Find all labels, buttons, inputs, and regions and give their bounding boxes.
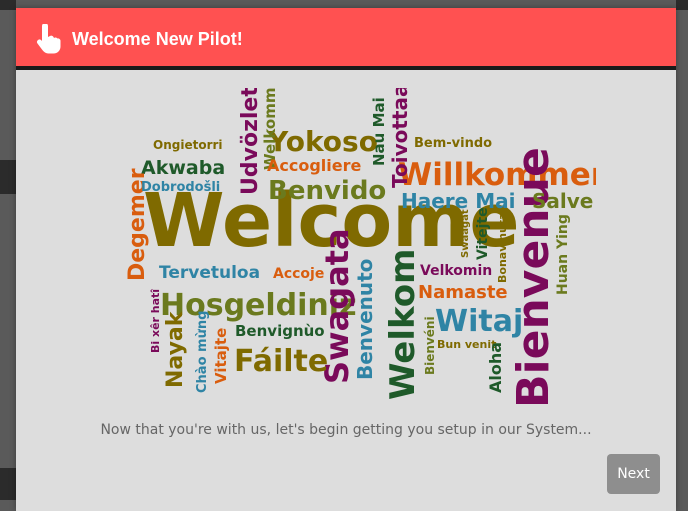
welcome-modal: Welcome New Pilot! Welcome Willkommen Bi… bbox=[16, 8, 676, 511]
word-cloud-word: Bienvenue bbox=[508, 147, 559, 408]
word-cloud-word: Willkommen bbox=[398, 157, 596, 193]
word-cloud-word: Namaste bbox=[418, 282, 508, 303]
word-cloud-word: Yokoso bbox=[267, 125, 378, 158]
word-cloud-word: Chào mừng bbox=[195, 311, 210, 393]
word-cloud-word: Aloha bbox=[486, 342, 505, 393]
word-cloud-word: Dobrodošli bbox=[141, 180, 220, 195]
word-cloud-word: Swaagat bbox=[460, 209, 471, 258]
word-cloud-word: Haere Mai bbox=[401, 189, 515, 213]
word-cloud-word: Fáilte bbox=[234, 344, 328, 379]
word-cloud-word: Salve bbox=[532, 189, 593, 213]
modal-header: Welcome New Pilot! bbox=[16, 8, 676, 70]
word-cloud-word: Benvignùo bbox=[235, 322, 325, 340]
word-cloud-word: Ongietorri bbox=[153, 138, 223, 152]
word-cloud-word: Benvido bbox=[268, 176, 386, 206]
word-cloud-word: Bi xêr hatî bbox=[149, 289, 162, 353]
word-cloud-word: Vitejte bbox=[475, 207, 491, 260]
next-button[interactable]: Next bbox=[607, 454, 660, 494]
word-cloud-word: Bonavinuta bbox=[496, 213, 509, 283]
page-edge-left bbox=[0, 0, 16, 10]
word-cloud-word: Benvenuto bbox=[353, 259, 377, 380]
word-cloud-word: Bienvéni bbox=[423, 316, 437, 375]
word-cloud-word: Nau Mai bbox=[370, 97, 388, 166]
word-cloud-word: Toivottaa bbox=[388, 88, 412, 188]
word-cloud-word: Akwaba bbox=[141, 157, 225, 179]
word-cloud-word: Nayak bbox=[163, 310, 188, 388]
modal-title: Welcome New Pilot! bbox=[72, 29, 243, 49]
page-edge-left bbox=[0, 468, 16, 500]
page-edge-right bbox=[676, 0, 688, 10]
word-cloud-word: Accogliere bbox=[267, 156, 362, 175]
word-cloud-word: Tervetuloa bbox=[159, 263, 260, 283]
word-cloud-word: Accoje bbox=[273, 266, 324, 282]
word-cloud-word: Bem-vindo bbox=[414, 136, 492, 151]
word-cloud-word: Vitajte bbox=[212, 328, 230, 384]
word-cloud-word: Huan Ying bbox=[555, 214, 571, 295]
word-cloud-word: Velkomin bbox=[420, 263, 492, 279]
word-cloud-word: Welkom bbox=[383, 249, 423, 401]
pointing-hand-icon bbox=[37, 24, 61, 54]
intro-text: Now that you're with us, let's begin get… bbox=[100, 422, 592, 438]
word-cloud-word: Udvözlet bbox=[238, 88, 263, 195]
word-cloud-word: Witaj bbox=[435, 304, 523, 339]
page-edge-left bbox=[0, 160, 16, 194]
welcome-word-cloud: Welcome Willkommen Bienvenue Hosgeldiniz… bbox=[125, 88, 596, 408]
